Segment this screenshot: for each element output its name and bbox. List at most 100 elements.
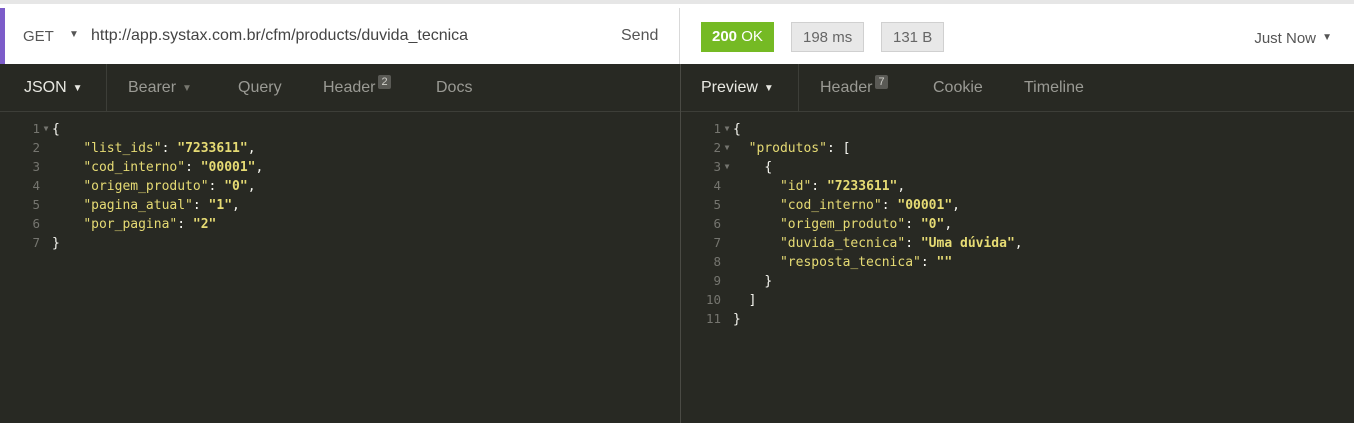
request-body-editor[interactable]: 1 ▼{2 "list_ids": "7233611", 3 "cod_intern… [0,119,263,252]
header-count-badge: 7 [875,75,888,89]
response-tabs: Preview ▼ Header 7 Cookie Timeline [681,64,1354,112]
json-value: "2" [192,217,217,232]
colon: : [185,160,201,175]
code-line: 7 "duvida_tecnica": "Uma dúvida", [681,233,1023,252]
fold-arrow-icon[interactable]: ▼ [721,138,733,157]
colon: : [192,198,209,213]
line-number: 3 [713,159,721,174]
request-tabs: JSON ▼ Bearer ▼ Query Header 2 Docs [0,64,680,112]
json-value: "1" [208,198,233,213]
punctuation: : [ [826,141,851,156]
tab-query[interactable]: Query [238,64,282,111]
chevron-down-icon[interactable]: ▼ [69,29,79,40]
bracket: } [733,312,741,327]
fold-arrow-icon[interactable]: ▼ [721,119,733,138]
tab-label: Preview [701,79,758,96]
json-key: "por_pagina" [83,217,178,232]
comma: , [952,198,960,213]
json-key: "id" [779,179,812,194]
header-count-badge: 2 [378,75,391,89]
code-line: 5 "pagina_atual": "1", [0,195,263,214]
tab-label: Docs [436,79,473,96]
code-line: 4 "id": "7233611", [681,176,1023,195]
bracket: { [52,122,60,137]
fold-arrow-icon[interactable]: ▼ [721,157,733,176]
comma: , [897,179,906,194]
json-key: "cod_interno" [83,160,186,175]
tab-preview[interactable]: Preview ▼ [681,64,799,111]
code-line: 2 "list_ids": "7233611", [0,138,263,157]
chevron-down-icon: ▼ [72,83,83,94]
response-time-badge: 198 ms [791,22,865,52]
tab-json[interactable]: JSON ▼ [5,64,107,111]
tab-bearer[interactable]: Bearer ▼ [128,64,192,111]
code-line: 11} [681,309,1023,328]
response-status-bar: 200 OK 198 ms 131 B Just Now ▼ [681,8,1354,68]
fold-arrow-icon[interactable]: ▼ [40,119,52,138]
code-line: 6 "por_pagina": "2" [0,214,263,233]
chevron-down-icon: ▼ [763,83,774,94]
history-dropdown[interactable]: Just Now [1254,30,1316,47]
json-key: "pagina_atual" [83,198,193,213]
line-number: 9 [713,273,721,288]
url-input[interactable]: http://app.systax.com.br/cfm/products/du… [91,27,468,45]
colon: : [811,179,827,194]
code-line: 1 ▼{ [681,119,1023,138]
colon: : [208,179,225,194]
tab-label: Header [323,79,376,96]
line-number: 7 [32,235,40,250]
request-pane: JSON ▼ Bearer ▼ Query Header 2 Docs 1 ▼{2 "l… [0,64,680,423]
code-line: 1 ▼{ [0,119,263,138]
line-number: 3 [32,159,40,174]
bracket: } [764,274,773,289]
code-line: 5 "cod_interno": "00001", [681,195,1023,214]
code-line: 10 ] [681,290,1023,309]
send-button[interactable]: Send [621,27,658,45]
tab-label: Bearer [128,79,177,96]
comma: , [944,217,953,232]
chevron-down-icon[interactable]: ▼ [1322,32,1332,43]
line-number: 5 [713,197,721,212]
json-value: "00001" [200,160,256,175]
status-text: OK [741,28,763,45]
tab-docs[interactable]: Docs [436,64,472,111]
tab-response-header[interactable]: Header 7 [820,64,888,111]
response-preview[interactable]: 1 ▼{2 ▼ "produtos": [3 ▼ {4 "id": "7233611"… [681,119,1023,328]
colon: : [881,198,898,213]
colon: : [905,236,921,251]
tab-label: Query [238,79,282,96]
line-number: 6 [32,216,40,231]
top-bar: GET ▼ http://app.systax.com.br/cfm/produ… [0,0,1354,68]
code-line: 9 } [681,271,1023,290]
method-selector[interactable]: GET [23,28,54,45]
response-size-badge: 131 B [881,22,945,52]
code-line: 3 "cod_interno": "00001", [0,157,263,176]
tab-timeline[interactable]: Timeline [1024,64,1084,111]
json-value: "Uma dúvida" [920,236,1015,251]
tab-header[interactable]: Header 2 [323,64,391,111]
line-number: 2 [713,140,721,155]
tab-label: Timeline [1024,79,1084,96]
line-number: 4 [713,178,721,193]
response-pane: Preview ▼ Header 7 Cookie Timeline 1 ▼{2 ▼ "… [681,64,1354,423]
comma: , [247,179,256,194]
comma: , [1014,236,1023,251]
line-number: 2 [32,140,40,155]
status-code: 200 [712,28,738,45]
bracket: } [52,236,60,251]
tab-cookie[interactable]: Cookie [933,64,983,111]
request-bar: GET ▼ http://app.systax.com.br/cfm/produ… [0,8,680,68]
colon: : [905,217,921,232]
line-number: 8 [713,254,721,269]
json-key: "duvida_tecnica" [779,236,906,251]
chevron-down-icon: ▼ [182,83,192,94]
